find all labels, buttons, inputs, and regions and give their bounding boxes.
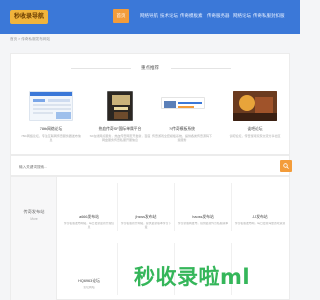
top-header: 秒收录导航 首页 网络导航 技术论坛 传奇模板素 传奇服务器 网络论坛 传奇私服…	[0, 0, 300, 34]
divider	[117, 243, 118, 295]
site-card[interactable]: JJ发布站 传奇私服发布网，每日更新海量游戏资源	[232, 191, 288, 243]
recommend-thumb[interactable]	[233, 91, 277, 121]
site-name[interactable]: jhsws发布站	[118, 215, 174, 220]
recommend-desc: SF在线网点服务，热血传奇网页开发新，百度网盘服务传奇私服开服信息	[89, 134, 151, 142]
recommend-desc: 传奇游戏全套模板系统，提供各类传奇源码下载服务	[151, 134, 212, 142]
recommend-thumb[interactable]	[107, 91, 133, 121]
site-name[interactable]: a666发布站	[61, 215, 117, 220]
nav-home[interactable]: 首页	[113, 9, 129, 23]
recommend-thumb[interactable]	[29, 91, 73, 121]
recommend-section: 重点推荐 78tb网络论坛 78tb网络论坛，专注互联网传奇服务器发布信息 热血…	[10, 53, 290, 155]
nav-item-6[interactable]: 传奇私服封扣服	[250, 9, 288, 23]
recommend-desc: 78tb网络论坛，专注互联网传奇服务器发布信息	[21, 134, 81, 142]
site-card[interactable]: a666发布站 传奇私服发布网站，每日更新最新开服信息	[61, 191, 117, 243]
nav-item-3[interactable]: 传奇模板素	[177, 9, 206, 23]
recommend-name[interactable]: 谈吧论坛	[224, 127, 286, 132]
site-name[interactable]: HQ6963论坛	[61, 279, 117, 284]
recommend-title: 重点推荐	[141, 65, 159, 70]
nav-item-4[interactable]: 传奇服务器	[204, 9, 233, 23]
site-desc: 传奇私服新开网站，提供最新版本传奇下载	[120, 222, 172, 229]
banner-icon	[164, 101, 202, 108]
search-button[interactable]	[280, 160, 292, 172]
site-desc: 论坛网站	[83, 286, 95, 289]
site-desc: 传奇私服发布网，每日更新海量游戏资源	[234, 222, 286, 225]
art-image-icon	[233, 91, 277, 121]
breadcrumb: 首页 > 传奇私服发布网站	[10, 37, 51, 41]
recommend-desc: 谈吧论坛，传奇游戏玩家交流分享社区	[229, 134, 281, 138]
site-screenshot-icon	[30, 92, 72, 119]
site-desc: 传奇新服网发布，提供最新传奇私服版本	[177, 222, 229, 225]
game-poster-icon	[112, 95, 130, 119]
recommend-name[interactable]: 78tb网络论坛	[20, 127, 82, 132]
search-icon	[283, 163, 289, 169]
divider	[171, 68, 231, 69]
recommend-thumb[interactable]	[161, 97, 205, 109]
search-input[interactable]	[19, 161, 269, 172]
site-desc: 传奇私服发布网站，每日更新最新开服信息	[63, 222, 115, 229]
recommend-name[interactable]: 热血传奇SF国际单属平台	[89, 127, 151, 132]
recommend-name[interactable]: ?/传奇模板系统	[151, 127, 213, 132]
site-card[interactable]: haoss发布站 传奇新服网发布，提供最新传奇私服版本	[175, 191, 231, 243]
site-logo[interactable]: 秒收录导航	[10, 10, 49, 24]
category-more-link[interactable]: More	[11, 217, 57, 221]
category-title: 传奇发布站	[23, 209, 45, 214]
category-sidebar: 传奇发布站 More	[11, 177, 57, 300]
site-name[interactable]: haoss发布站	[175, 215, 231, 220]
watermark-text: 秒收录啦ml	[134, 265, 251, 289]
site-card[interactable]: jhsws发布站 传奇私服新开网站，提供最新版本传奇下载	[118, 191, 174, 243]
site-card[interactable]: HQ6963论坛 论坛网站	[61, 255, 117, 300]
site-name[interactable]: JJ发布站	[232, 215, 288, 220]
search-bar	[10, 155, 292, 176]
